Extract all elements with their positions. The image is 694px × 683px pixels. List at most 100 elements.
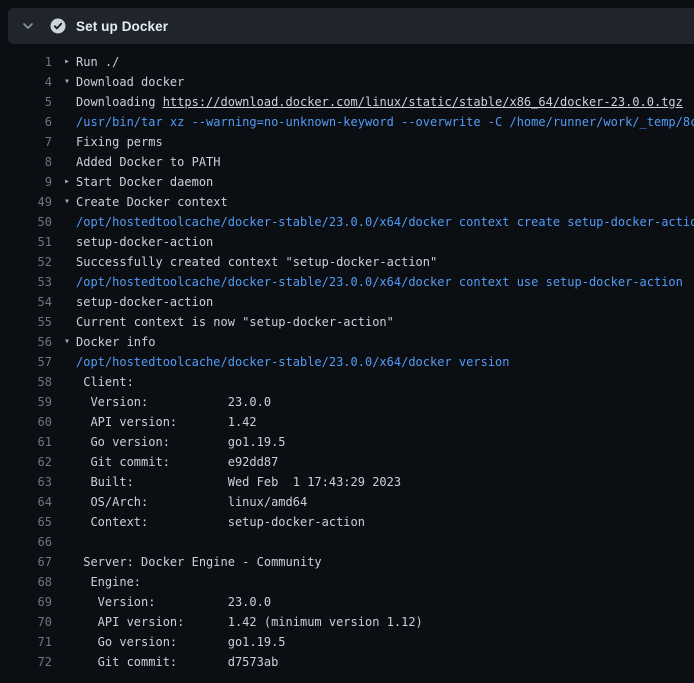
line-number[interactable]: 50 [8,212,52,232]
log-text: Version: 23.0.0 [76,392,271,412]
command-text: /opt/hostedtoolcache/docker-stable/23.0.… [76,352,509,372]
line-number[interactable]: 58 [8,372,52,392]
log-text: Run ./ [76,52,119,72]
line-number[interactable]: 7 [8,132,52,152]
command-text: /opt/hostedtoolcache/docker-stable/23.0.… [76,212,694,232]
indent-spacer [64,252,76,272]
log-line: 49 ▾Create Docker context [8,192,694,212]
line-number[interactable]: 57 [8,352,52,372]
log-text: Successfully created context "setup-dock… [76,252,437,272]
line-number[interactable]: 64 [8,492,52,512]
group-collapsed-icon[interactable]: ▸ [64,172,76,192]
log-text: Context: setup-docker-action [76,512,365,532]
indent-spacer [64,432,76,452]
log-text: Built: Wed Feb 1 17:43:29 2023 [76,472,401,492]
line-number[interactable]: 54 [8,292,52,312]
log-link[interactable]: https://download.docker.com/linux/static… [163,95,683,109]
line-number[interactable]: 55 [8,312,52,332]
line-number[interactable]: 70 [8,612,52,632]
log-line: 54setup-docker-action [8,292,694,312]
indent-spacer [64,272,76,292]
line-number[interactable]: 4 [8,72,52,92]
log-line: 5 Downloading https://download.docker.com… [8,92,694,112]
indent-spacer [64,132,76,152]
log-text: Create Docker context [76,192,228,212]
log-text: Fixing perms [76,132,163,152]
line-number[interactable]: 56 [8,332,52,352]
log-line: 67 Server: Docker Engine - Community [8,552,694,572]
line-number[interactable]: 62 [8,452,52,472]
indent-spacer [64,492,76,512]
indent-spacer [64,352,76,372]
line-number[interactable]: 68 [8,572,52,592]
indent-spacer [64,232,76,252]
log-text: Docker info [76,332,155,352]
log-line: 72 Git commit: d7573ab [8,652,694,672]
line-number[interactable]: 52 [8,252,52,272]
log-text: Server: Docker Engine - Community [76,552,322,572]
group-expanded-icon[interactable]: ▾ [64,192,76,212]
log-text: Go version: go1.19.5 [76,432,286,452]
indent-spacer [64,512,76,532]
log-text: Git commit: e92dd87 [76,452,278,472]
line-number[interactable]: 8 [8,152,52,172]
line-number[interactable]: 69 [8,592,52,612]
indent-spacer [64,312,76,332]
chevron-down-icon[interactable] [20,18,36,34]
group-expanded-icon[interactable]: ▾ [64,332,76,352]
indent-spacer [64,612,76,632]
group-expanded-icon[interactable]: ▾ [64,72,76,92]
indent-spacer [64,372,76,392]
line-number[interactable]: 6 [8,112,52,132]
line-number[interactable]: 71 [8,632,52,652]
log-text: Download docker [76,72,184,92]
indent-spacer [64,572,76,592]
log-text: Engine: [76,572,141,592]
log-text: API version: 1.42 [76,412,257,432]
log-text: Client: [76,372,134,392]
line-number[interactable]: 60 [8,412,52,432]
log-line: 1 ▸Run ./ [8,52,694,72]
log-text: Start Docker daemon [76,172,213,192]
check-circle-icon [50,18,66,34]
line-number[interactable]: 49 [8,192,52,212]
log-text: Added Docker to PATH [76,152,221,172]
step-header[interactable]: Set up Docker [8,8,694,44]
log-lines: 1▸Run ./4▾Download docker5Downloading ht… [8,44,694,672]
log-line: 66 [8,532,694,552]
log-line: 55Current context is now "setup-docker-a… [8,312,694,332]
log-line: 59 Version: 23.0.0 [8,392,694,412]
log-line: 51setup-docker-action [8,232,694,252]
log-line: 69 Version: 23.0.0 [8,592,694,612]
log-line: 65 Context: setup-docker-action [8,512,694,532]
log-line: 6/usr/bin/tar xz --warning=no-unknown-ke… [8,112,694,132]
line-number[interactable]: 9 [8,172,52,192]
indent-spacer [64,212,76,232]
log-line: 53/opt/hostedtoolcache/docker-stable/23.… [8,272,694,292]
log-text: Downloading [76,95,163,109]
log-text: Downloading https://download.docker.com/… [76,92,683,112]
line-number[interactable]: 72 [8,652,52,672]
line-number[interactable]: 59 [8,392,52,412]
log-text: API version: 1.42 (minimum version 1.12) [76,612,423,632]
log-line: 52 Successfully created context "setup-do… [8,252,694,272]
log-line: 50/opt/hostedtoolcache/docker-stable/23.… [8,212,694,232]
log-line: 9 ▸Start Docker daemon [8,172,694,192]
command-text: /opt/hostedtoolcache/docker-stable/23.0.… [76,272,683,292]
line-number[interactable]: 51 [8,232,52,252]
line-number[interactable]: 5 [8,92,52,112]
line-number[interactable]: 63 [8,472,52,492]
line-number[interactable]: 61 [8,432,52,452]
line-number[interactable]: 66 [8,532,52,552]
step-title: Set up Docker [76,19,168,34]
line-number[interactable]: 67 [8,552,52,572]
group-collapsed-icon[interactable]: ▸ [64,52,76,72]
indent-spacer [64,112,76,132]
log-line: 56 ▾Docker info [8,332,694,352]
line-number[interactable]: 1 [8,52,52,72]
line-number[interactable]: 65 [8,512,52,532]
line-number[interactable]: 53 [8,272,52,292]
log-line: 64 OS/Arch: linux/amd64 [8,492,694,512]
log-line: 70 API version: 1.42 (minimum version 1.… [8,612,694,632]
log-line: 60 API version: 1.42 [8,412,694,432]
